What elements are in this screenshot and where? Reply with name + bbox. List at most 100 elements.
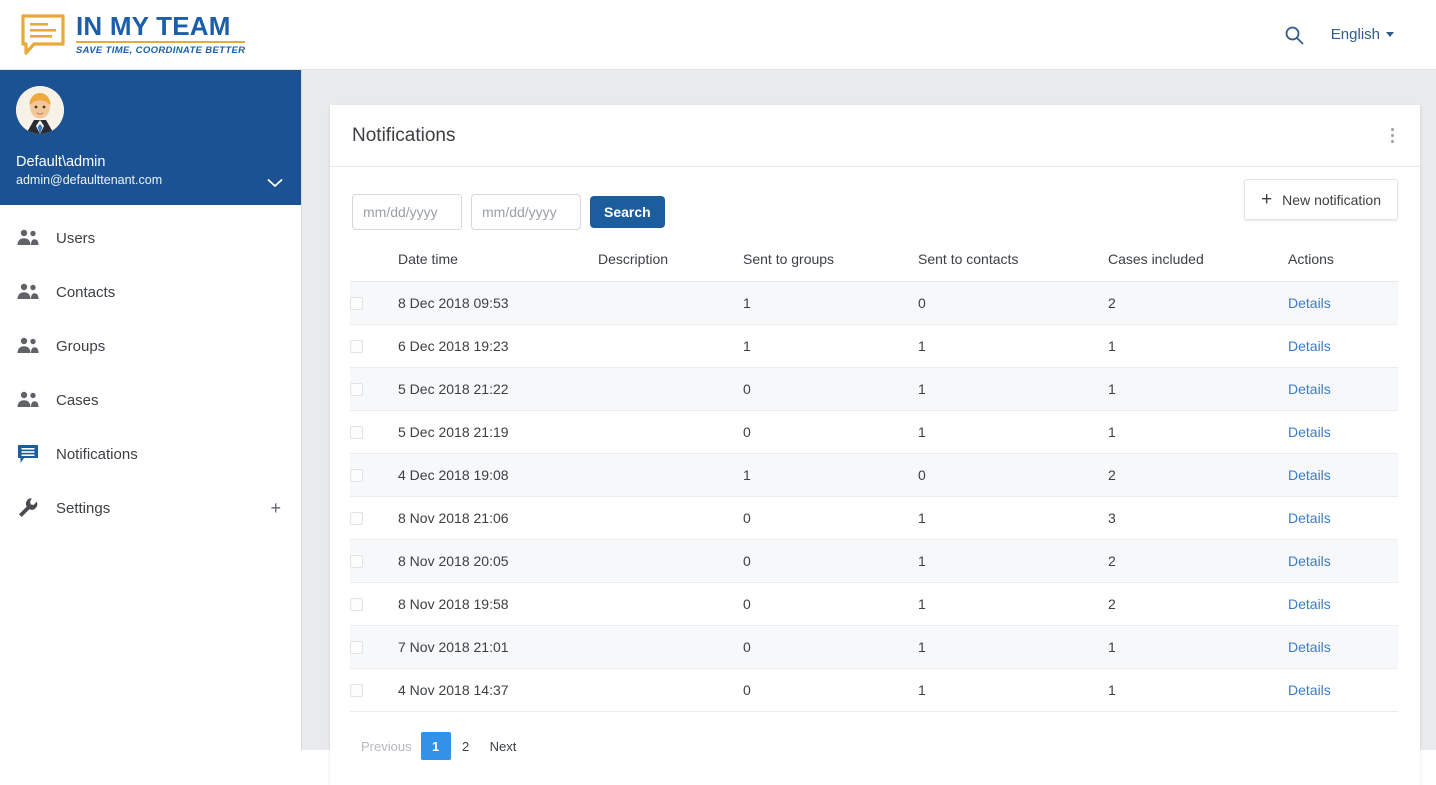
table-row[interactable]: 5 Dec 2018 21:19 0 1 1 Details [350, 410, 1398, 454]
column-header-actions: Actions [1288, 243, 1398, 282]
row-select-cell [350, 281, 398, 325]
row-checkbox[interactable] [350, 339, 363, 353]
notifications-table: Date time Description Sent to groups Sen… [350, 243, 1398, 712]
row-checkbox[interactable] [350, 382, 363, 396]
row-checkbox[interactable] [350, 468, 363, 482]
top-header: IN MY TEAM SAVE TIME, COORDINATE BETTER … [0, 0, 1436, 70]
sidebar-item-settings[interactable]: Settings + [0, 481, 301, 535]
cell-sent-to-groups: 1 [743, 453, 918, 497]
details-link[interactable]: Details [1288, 424, 1331, 440]
new-notification-button[interactable]: + New notification [1244, 179, 1398, 220]
card-header: Notifications [330, 105, 1420, 167]
cell-cases-included: 1 [1108, 625, 1288, 669]
cell-actions: Details [1288, 410, 1398, 454]
cell-actions: Details [1288, 496, 1398, 540]
table-row[interactable]: 7 Nov 2018 21:01 0 1 1 Details [350, 625, 1398, 669]
row-select-cell [350, 625, 398, 669]
sidebar-item-groups[interactable]: Groups [0, 319, 301, 373]
cell-sent-to-groups: 0 [743, 668, 918, 712]
cell-date-time: 8 Dec 2018 09:53 [398, 281, 598, 325]
cell-description [598, 367, 743, 411]
sidebar-item-notifications[interactable]: Notifications [0, 427, 301, 481]
pagination-page-2[interactable]: 2 [451, 732, 481, 760]
details-link[interactable]: Details [1288, 381, 1331, 397]
cell-date-time: 6 Dec 2018 19:23 [398, 324, 598, 368]
date-to-input[interactable] [471, 194, 581, 230]
sidebar-user-panel[interactable]: Default\admin admin@defaulttenant.com [0, 70, 301, 205]
language-selector[interactable]: English [1331, 26, 1394, 43]
row-checkbox[interactable] [350, 425, 363, 439]
details-link[interactable]: Details [1288, 639, 1331, 655]
cell-sent-to-contacts: 0 [918, 453, 1108, 497]
row-select-cell [350, 582, 398, 626]
details-link[interactable]: Details [1288, 295, 1331, 311]
cell-date-time: 8 Nov 2018 21:06 [398, 496, 598, 540]
table-header: Date time Description Sent to groups Sen… [350, 243, 1398, 282]
brand-tagline: SAVE TIME, COORDINATE BETTER [76, 41, 246, 56]
row-checkbox[interactable] [350, 511, 363, 525]
column-header-sent-to-contacts: Sent to contacts [918, 243, 1108, 282]
cell-actions: Details [1288, 625, 1398, 669]
cell-sent-to-contacts: 1 [918, 582, 1108, 626]
row-checkbox[interactable] [350, 554, 363, 568]
pagination-previous[interactable]: Previous [352, 732, 421, 760]
cell-cases-included: 3 [1108, 496, 1288, 540]
row-checkbox[interactable] [350, 640, 363, 654]
details-link[interactable]: Details [1288, 467, 1331, 483]
cell-sent-to-groups: 1 [743, 281, 918, 325]
cell-description [598, 496, 743, 540]
table-row[interactable]: 8 Dec 2018 09:53 1 0 2 Details [350, 281, 1398, 325]
column-header-cases-included: Cases included [1108, 243, 1288, 282]
people-icon [16, 334, 40, 358]
filter-toolbar: Search + New notification [330, 167, 1420, 237]
pagination-page-1[interactable]: 1 [420, 732, 451, 760]
sidebar-item-label: Groups [56, 337, 106, 355]
sidebar: Default\admin admin@defaulttenant.com Us… [0, 70, 302, 750]
pagination-next[interactable]: Next [481, 732, 526, 760]
table-row[interactable]: 4 Nov 2018 14:37 0 1 1 Details [350, 668, 1398, 712]
cell-sent-to-groups: 0 [743, 496, 918, 540]
table-row[interactable]: 4 Dec 2018 19:08 1 0 2 Details [350, 453, 1398, 497]
sidebar-nav: Users Contacts Groups Cases Notification… [0, 205, 301, 535]
sidebar-item-contacts[interactable]: Contacts [0, 265, 301, 319]
cell-cases-included: 1 [1108, 367, 1288, 411]
table-row[interactable]: 8 Nov 2018 19:58 0 1 2 Details [350, 582, 1398, 626]
speech-bubble-icon [21, 13, 65, 55]
details-link[interactable]: Details [1288, 338, 1331, 354]
people-icon [16, 226, 40, 250]
search-icon[interactable] [1283, 24, 1305, 46]
date-from-input[interactable] [352, 194, 462, 230]
details-link[interactable]: Details [1288, 682, 1331, 698]
table-row[interactable]: 6 Dec 2018 19:23 1 1 1 Details [350, 324, 1398, 368]
cell-sent-to-groups: 0 [743, 625, 918, 669]
sidebar-item-cases[interactable]: Cases [0, 373, 301, 427]
cell-description [598, 625, 743, 669]
cell-sent-to-contacts: 1 [918, 410, 1108, 454]
row-checkbox[interactable] [350, 597, 363, 611]
top-header-actions: English [1283, 24, 1394, 46]
details-link[interactable]: Details [1288, 596, 1331, 612]
cell-date-time: 4 Nov 2018 14:37 [398, 668, 598, 712]
cell-date-time: 5 Dec 2018 21:19 [398, 410, 598, 454]
cell-sent-to-groups: 0 [743, 410, 918, 454]
plus-icon[interactable]: + [270, 499, 281, 517]
details-link[interactable]: Details [1288, 553, 1331, 569]
cell-sent-to-contacts: 0 [918, 281, 1108, 325]
row-checkbox[interactable] [350, 296, 363, 310]
table-row[interactable]: 5 Dec 2018 21:22 0 1 1 Details [350, 367, 1398, 411]
brand-logo[interactable]: IN MY TEAM SAVE TIME, COORDINATE BETTER [20, 13, 246, 57]
cell-description [598, 324, 743, 368]
search-button[interactable]: Search [590, 196, 665, 228]
kebab-menu-icon[interactable] [1383, 122, 1402, 149]
cell-sent-to-groups: 0 [743, 582, 918, 626]
row-checkbox[interactable] [350, 683, 363, 697]
table-row[interactable]: 8 Nov 2018 20:05 0 1 2 Details [350, 539, 1398, 583]
table-row[interactable]: 8 Nov 2018 21:06 0 1 3 Details [350, 496, 1398, 540]
sidebar-item-users[interactable]: Users [0, 211, 301, 265]
details-link[interactable]: Details [1288, 510, 1331, 526]
column-header-select [350, 243, 398, 282]
row-select-cell [350, 324, 398, 368]
cell-actions: Details [1288, 281, 1398, 325]
cell-date-time: 8 Nov 2018 20:05 [398, 539, 598, 583]
chevron-down-icon[interactable] [267, 178, 283, 188]
